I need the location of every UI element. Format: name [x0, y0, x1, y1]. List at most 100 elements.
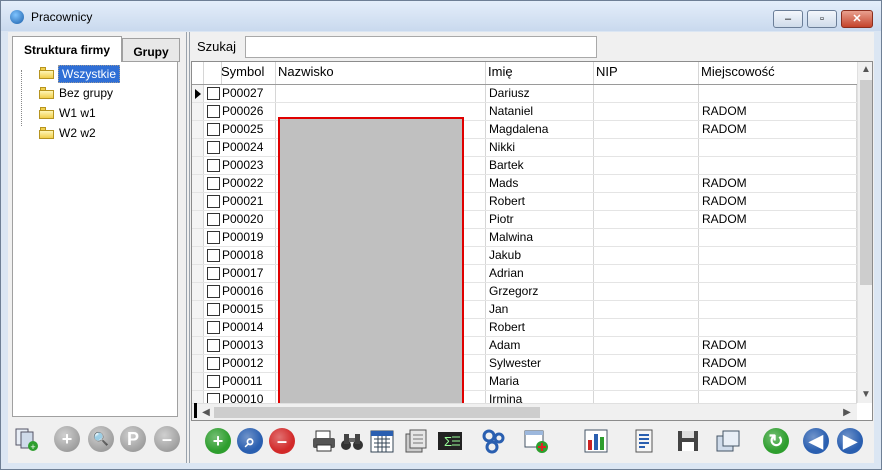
column-nip[interactable]: NIP	[594, 62, 699, 84]
p-disabled-icon[interactable]: P	[120, 426, 146, 452]
row-indicator	[192, 319, 204, 336]
cell-imie: Grzegorz	[486, 283, 594, 300]
cell-symbol: P00011	[219, 373, 276, 390]
row-indicator	[192, 157, 204, 174]
cell-nip	[594, 193, 699, 210]
column-miejscowosc[interactable]: Miejscowość	[699, 62, 857, 84]
cell-nip	[594, 265, 699, 282]
restore-button[interactable]: ▫	[807, 10, 837, 28]
cell-symbol: P00014	[219, 319, 276, 336]
tab-grupy[interactable]: Grupy	[122, 38, 180, 62]
calendar-icon[interactable]	[369, 428, 395, 454]
cell-miejscowosc: RADOM	[699, 103, 857, 120]
cell-miejscowosc	[699, 265, 857, 282]
row-indicator	[192, 301, 204, 318]
cell-imie: Bartek	[486, 157, 594, 174]
horizontal-scroll-thumb[interactable]	[214, 407, 540, 418]
employees-grid: Symbol Nazwisko Imię NIP Miejscowość P00…	[191, 61, 873, 421]
tree-item-label: Bez grupy	[59, 86, 114, 100]
first-record-icon[interactable]: ◀	[803, 428, 829, 454]
document-icon[interactable]	[631, 428, 657, 454]
column-imie[interactable]: Imię	[486, 62, 594, 84]
title-bar[interactable]: Pracownicy – ▫ ✕	[1, 1, 881, 31]
chart-icon[interactable]	[583, 428, 609, 454]
next-record-icon[interactable]: ▶	[837, 428, 863, 454]
folder-icon	[39, 67, 54, 79]
tree-item-label: W2 w2	[59, 126, 96, 140]
cell-symbol: P00022	[219, 175, 276, 192]
tree-item-label: W1 w1	[59, 106, 96, 120]
binoculars-icon[interactable]	[339, 428, 365, 454]
vertical-scrollbar[interactable]: ▲ ▼	[857, 62, 872, 403]
cell-imie: Nataniel	[486, 103, 594, 120]
row-indicator	[192, 121, 204, 138]
left-panel: Struktura firmy Grupy Wszystkie Bez grup…	[8, 32, 184, 463]
cell-imie: Adam	[486, 337, 594, 354]
cell-imie: Robert	[486, 319, 594, 336]
archive-icon[interactable]	[403, 428, 429, 454]
horizontal-scrollbar[interactable]: ◀ ▶	[192, 403, 857, 420]
scroll-edge-marker	[194, 403, 197, 418]
remove-disabled-icon[interactable]: –	[154, 426, 180, 452]
tab-struktura-firmy[interactable]: Struktura firmy	[12, 36, 122, 62]
export-icon[interactable]	[523, 428, 549, 454]
add-icon[interactable]: +	[205, 428, 231, 454]
scroll-down-icon[interactable]: ▼	[858, 387, 872, 403]
cell-symbol: P00019	[219, 229, 276, 246]
cell-symbol: P00018	[219, 247, 276, 264]
cell-imie: Mads	[486, 175, 594, 192]
cell-miejscowosc	[699, 157, 857, 174]
app-icon	[10, 10, 24, 24]
cell-symbol: P00021	[219, 193, 276, 210]
tree-item-label: Wszystkie	[58, 65, 120, 83]
column-symbol[interactable]: Symbol	[219, 62, 276, 84]
minimize-button[interactable]: –	[773, 10, 803, 28]
folder-icon	[39, 127, 54, 139]
settings-icon[interactable]	[481, 428, 507, 454]
search-label: Szukaj	[197, 39, 237, 54]
save-icon[interactable]	[675, 428, 701, 454]
cell-symbol: P00013	[219, 337, 276, 354]
cell-nip	[594, 175, 699, 192]
refresh-icon[interactable]: ↻	[763, 428, 789, 454]
cell-nip	[594, 247, 699, 264]
search-icon[interactable]: ⌕	[237, 428, 263, 454]
scroll-up-icon[interactable]: ▲	[858, 62, 872, 78]
row-indicator	[192, 355, 204, 372]
cell-nip	[594, 319, 699, 336]
cell-imie: Magdalena	[486, 121, 594, 138]
delete-icon[interactable]: –	[269, 428, 295, 454]
cell-miejscowosc: RADOM	[699, 373, 857, 390]
cell-miejscowosc: RADOM	[699, 355, 857, 372]
scroll-right-icon[interactable]: ▶	[839, 405, 855, 420]
folder-icon	[39, 107, 54, 119]
client-area: Struktura firmy Grupy Wszystkie Bez grup…	[8, 32, 874, 463]
search-input[interactable]	[245, 36, 597, 58]
close-button[interactable]: ✕	[841, 10, 873, 28]
table-row[interactable]: P00027 Dariusz	[192, 85, 857, 103]
group-assign-icon[interactable]: +	[14, 426, 40, 452]
tabs: Struktura firmy Grupy	[12, 36, 184, 62]
row-indicator	[192, 175, 204, 192]
add-disabled-icon[interactable]: +	[54, 426, 80, 452]
cell-imie: Adrian	[486, 265, 594, 282]
header-indicator	[192, 62, 204, 84]
search-disabled-icon[interactable]: 🔍	[88, 426, 114, 452]
cell-nip	[594, 301, 699, 318]
scroll-left-icon[interactable]: ◀	[198, 405, 214, 420]
cell-imie: Malwina	[486, 229, 594, 246]
cell-nip	[594, 355, 699, 372]
cell-symbol: P00025	[219, 121, 276, 138]
sum-icon[interactable]: Σ	[437, 428, 463, 454]
cell-imie: Sylwester	[486, 355, 594, 372]
row-indicator	[192, 265, 204, 282]
cell-symbol: P00020	[219, 211, 276, 228]
copy-icon[interactable]	[715, 428, 741, 454]
cell-nip	[594, 337, 699, 354]
vertical-scroll-thumb[interactable]	[860, 80, 872, 285]
row-indicator	[192, 229, 204, 246]
cell-miejscowosc: RADOM	[699, 211, 857, 228]
window-title: Pracownicy	[31, 10, 93, 24]
column-nazwisko[interactable]: Nazwisko	[276, 62, 486, 84]
print-icon[interactable]	[311, 428, 337, 454]
